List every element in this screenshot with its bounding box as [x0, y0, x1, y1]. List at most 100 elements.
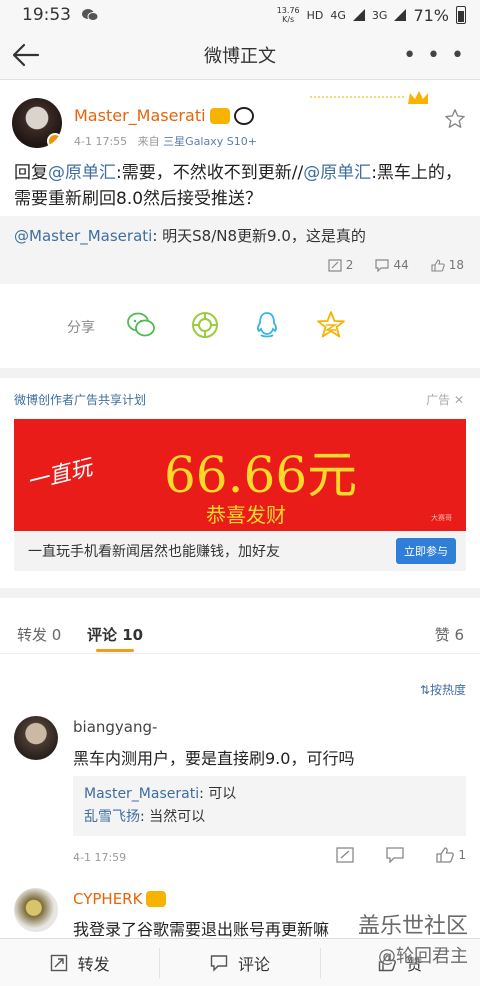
- comment-icon[interactable]: [386, 847, 405, 863]
- watermark-user: @轮回君主: [378, 946, 468, 967]
- wechat-share-icon[interactable]: [126, 310, 156, 340]
- qq-share-icon[interactable]: [252, 310, 282, 340]
- reply-item: 乱雪飞扬: 当然可以: [84, 806, 455, 829]
- post-text-segment: 回复: [14, 163, 48, 183]
- commenter-name[interactable]: CYPHERK: [73, 890, 142, 908]
- repost-button[interactable]: 转发: [0, 948, 161, 978]
- qzone-share-icon[interactable]: [316, 310, 346, 340]
- reply-text: : 当然可以: [140, 809, 206, 825]
- comment-stat[interactable]: 44: [375, 258, 409, 272]
- back-arrow-icon[interactable]: [10, 40, 42, 70]
- reply-text: : 可以: [199, 786, 237, 802]
- original-stats: 2 44 18: [328, 258, 464, 272]
- favorite-star-icon[interactable]: [444, 108, 466, 130]
- panda-badge-icon: [233, 106, 254, 125]
- ad-tag[interactable]: 广告 ✕: [426, 391, 464, 408]
- nav-bar: 微博正文 • • •: [0, 30, 480, 80]
- speed-value: 13.76: [276, 6, 300, 15]
- tab-repost[interactable]: 转发 0: [17, 624, 61, 645]
- sort-toggle[interactable]: ⇅按热度: [420, 681, 466, 698]
- sort-label: 按热度: [429, 683, 466, 697]
- ad-tag-label: 广告: [426, 393, 451, 407]
- comment-time: 4-1 17:59: [73, 851, 127, 864]
- tab-comment[interactable]: 评论 10: [87, 624, 143, 645]
- original-author[interactable]: @Master_Maserati: [14, 227, 152, 245]
- commenter-avatar[interactable]: [14, 888, 58, 932]
- banner-mini-text: 大赛哥: [431, 514, 452, 522]
- repost-icon: [328, 258, 342, 272]
- commenter-name[interactable]: biangyang-: [73, 718, 157, 736]
- active-tab-indicator: [96, 649, 134, 652]
- source-device[interactable]: 三星Galaxy S10+: [163, 135, 257, 148]
- ad-footer[interactable]: 一直玩手机看新闻居然也能赚钱，加好友 立即参与: [14, 531, 466, 571]
- comment-button[interactable]: 评论: [160, 948, 321, 978]
- share-label: 分享: [67, 320, 95, 336]
- repost-icon: [50, 954, 67, 972]
- repost-count: 2: [345, 258, 354, 272]
- member-crown-icon: [146, 891, 167, 907]
- mention-link[interactable]: @原单汇: [48, 163, 116, 183]
- status-time: 19:53: [22, 5, 71, 25]
- tab-comment-count: 10: [122, 626, 144, 644]
- net2-label: 3G: [371, 8, 388, 22]
- commenter-avatar[interactable]: [14, 716, 58, 760]
- repost-stat[interactable]: 2: [328, 258, 354, 272]
- join-button[interactable]: 立即参与: [396, 538, 456, 564]
- original-content: : 明天S8/N8更新9.0，这是真的: [152, 227, 366, 245]
- comments-section: 转发 0 评论 10 赞 6 ⇅按热度 biangyang- 黑车内测用户，要是…: [0, 598, 480, 939]
- close-icon[interactable]: ✕: [454, 393, 464, 407]
- like-count: 18: [448, 258, 464, 272]
- post-text-segment: :需要，不然收不到更新//: [116, 163, 304, 183]
- comment-label: 评论: [237, 955, 270, 974]
- comment-like-count: 1: [458, 848, 466, 862]
- comment-icon: [210, 955, 228, 972]
- repost-label: 转发: [77, 955, 110, 974]
- post-text: 回复@原单汇:需要，不然收不到更新//@原单汇:黑车上的，需要重新刷回8.0然后…: [14, 160, 470, 212]
- thumbs-up-icon: [431, 258, 445, 272]
- comment-count: 44: [393, 258, 409, 272]
- speed-unit: K/s: [282, 15, 295, 24]
- banner-left-text: 一直玩: [24, 455, 95, 496]
- banner-amount: 66.66元: [164, 446, 358, 504]
- wechat-icon: [82, 9, 99, 21]
- author-name[interactable]: Master_Maserati: [74, 106, 206, 125]
- sort-icon: ⇅: [419, 683, 430, 697]
- net1-label: 4G: [330, 8, 346, 22]
- member-crown-icon: [209, 107, 230, 124]
- thumbs-up-icon: [436, 847, 455, 863]
- post-meta: 4-1 17:55 来自 三星Galaxy S10+: [74, 133, 257, 149]
- post-card: Master_Maserati 4-1 17:55 来自 三星Galaxy S1…: [0, 80, 480, 284]
- tab-like[interactable]: 赞 6: [435, 624, 464, 645]
- original-post-text: @Master_Maserati: 明天S8/N8更新9.0，这是真的: [14, 225, 366, 246]
- crown-decoration-icon: [310, 91, 428, 104]
- banner-wish: 恭喜发财: [206, 503, 286, 527]
- tabs-bar: 转发 0 评论 10 赞 6: [0, 598, 480, 654]
- network-speed: 13.76 K/s: [277, 6, 300, 24]
- original-post[interactable]: @Master_Maserati: 明天S8/N8更新9.0，这是真的 2 44…: [0, 216, 480, 284]
- comment-text: 黑车内测用户，要是直接刷9.0，可行吗: [73, 749, 355, 768]
- author-name-row: Master_Maserati: [74, 106, 254, 125]
- like-stat[interactable]: 18: [431, 258, 464, 272]
- status-bar: 19:53 13.76 K/s HD 4G 3G 71%: [0, 0, 480, 30]
- source-prefix: 来自: [137, 135, 160, 148]
- mention-link[interactable]: @原单汇: [303, 163, 371, 183]
- hd-label: HD: [306, 8, 324, 22]
- author-avatar[interactable]: [12, 98, 62, 148]
- comment-icon: [375, 258, 390, 272]
- comment-like[interactable]: 1: [436, 847, 466, 863]
- reply-thread[interactable]: Master_Maserati: 可以 乱雪飞扬: 当然可以: [73, 776, 466, 836]
- share-icon[interactable]: [336, 847, 355, 863]
- ad-card[interactable]: 微博创作者广告共享计划 广告 ✕ 一直玩 66.66元 恭喜发财 大赛哥 一直玩…: [0, 378, 480, 588]
- comment-actions: 1: [336, 847, 466, 863]
- ad-banner[interactable]: 一直玩 66.66元 恭喜发财 大赛哥: [14, 419, 466, 531]
- post-date: 4-1 17:55: [74, 135, 128, 148]
- comment-text: 我登录了谷歌需要退出账号再更新嘛: [73, 920, 330, 939]
- ad-title[interactable]: 微博创作者广告共享计划: [14, 391, 146, 408]
- moments-share-icon[interactable]: [190, 310, 220, 340]
- reply-user[interactable]: Master_Maserati: [84, 786, 199, 802]
- page-title: 微博正文: [204, 45, 276, 67]
- watermark-site: 盖乐世社区: [357, 914, 468, 939]
- share-row: 分享: [0, 284, 480, 368]
- reply-user[interactable]: 乱雪飞扬: [84, 809, 140, 825]
- more-options-icon[interactable]: • • •: [403, 45, 466, 67]
